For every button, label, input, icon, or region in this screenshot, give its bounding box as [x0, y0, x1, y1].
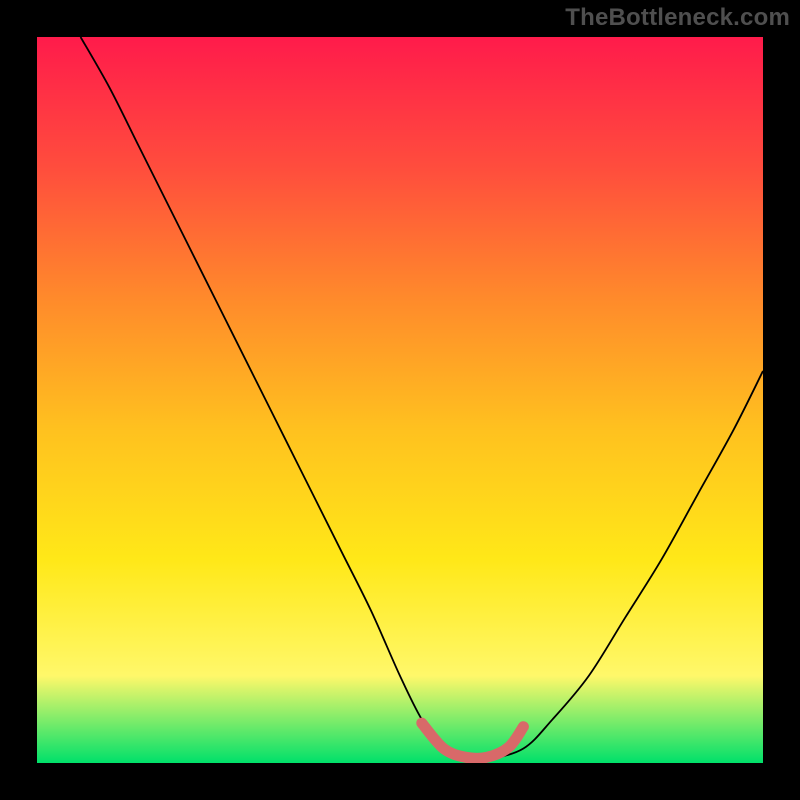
- marker-svg: [37, 37, 763, 763]
- watermark-text: TheBottleneck.com: [565, 4, 790, 32]
- chart-frame: TheBottleneck.com: [0, 0, 800, 800]
- ideal-match-marker: [422, 723, 524, 758]
- plot-area: [37, 37, 763, 763]
